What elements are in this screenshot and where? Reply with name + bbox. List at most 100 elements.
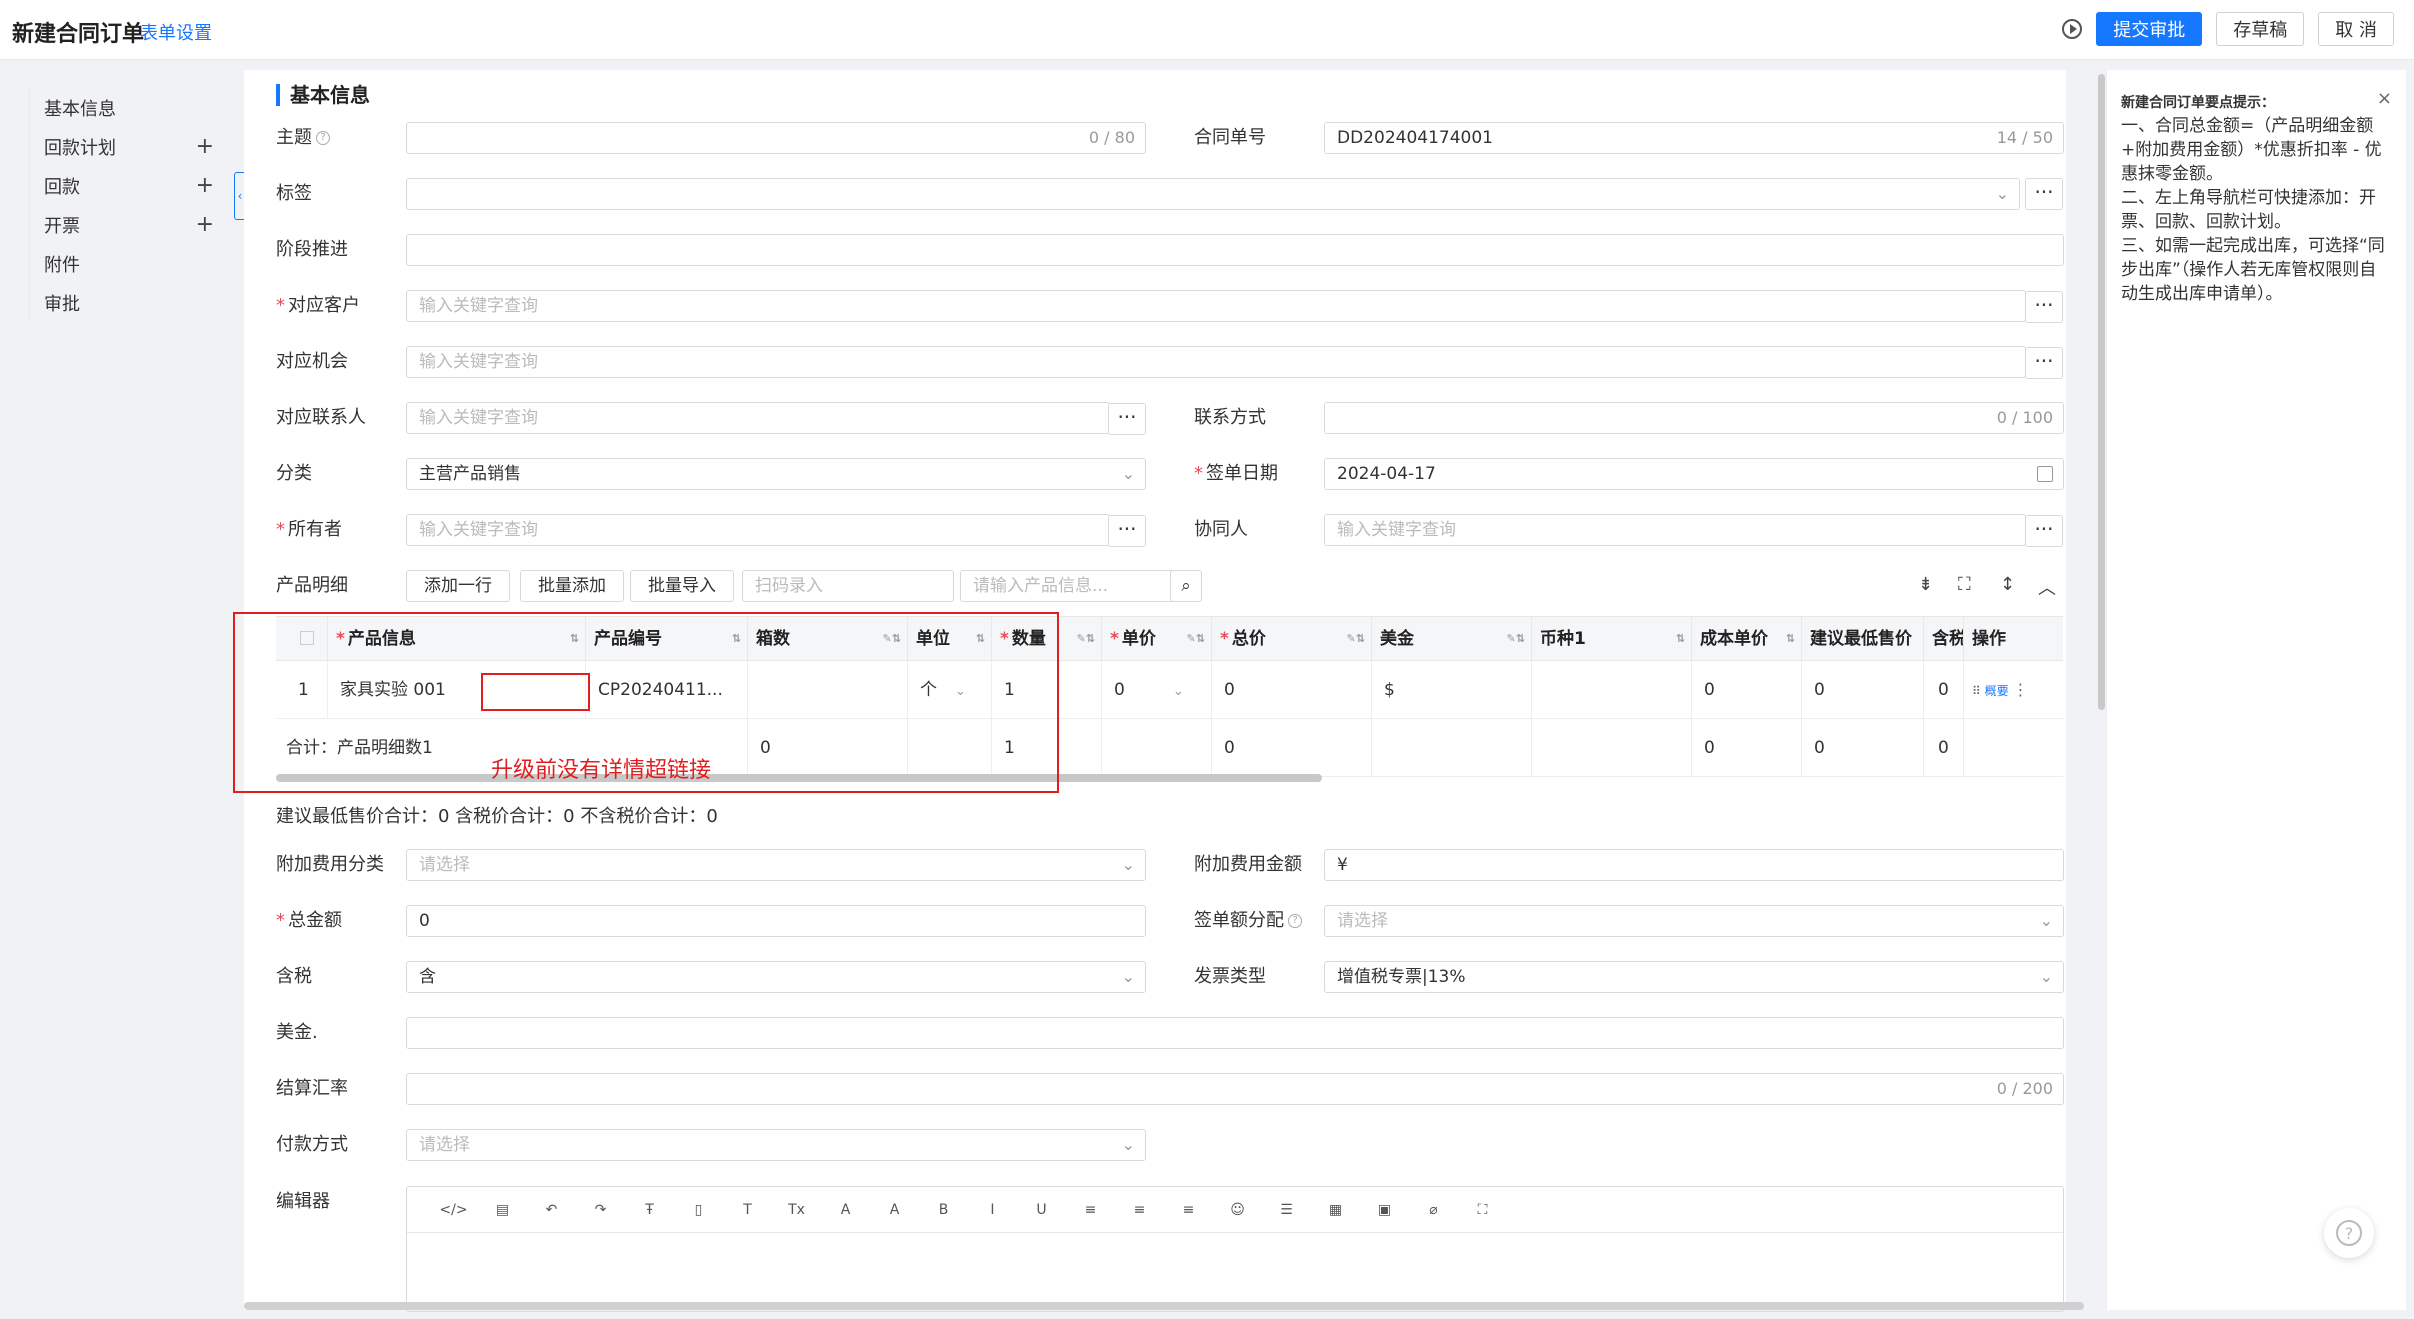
tips-body: 一、合同总金额=（产品明细金额+附加费用金额）*优惠折扣率 - 优惠抹零金额。 … xyxy=(2121,116,2385,304)
opportunity-input[interactable]: 输入关键字查询 xyxy=(406,346,2026,378)
submit-approval-button[interactable]: 提交审批 xyxy=(2096,12,2203,46)
extra-fee-amount-input[interactable]: ¥ xyxy=(1324,849,2064,881)
collaborator-more-button[interactable]: ··· xyxy=(2025,515,2063,547)
col-currency[interactable]: 币种1 ⇅ xyxy=(1532,617,1692,661)
image-icon[interactable]: ▣ xyxy=(1360,1202,1409,1218)
contact-label: 对应联系人 xyxy=(276,407,366,428)
bold-icon[interactable]: B xyxy=(919,1202,968,1218)
owner-label: * 所有者 xyxy=(276,519,342,540)
currency-cell[interactable] xyxy=(1532,661,1692,719)
code-icon[interactable]: </> xyxy=(429,1202,478,1218)
editor-label: 编辑器 xyxy=(276,1191,330,1212)
background-color-icon[interactable]: A xyxy=(870,1202,919,1218)
add-payment-plan-icon[interactable]: + xyxy=(196,134,214,159)
font-icon[interactable]: T xyxy=(723,1202,772,1218)
usd-cell[interactable]: $ xyxy=(1372,661,1532,719)
invoice-type-select[interactable]: 增值税专票|13% ⌄ xyxy=(1324,961,2064,993)
attachment-icon[interactable]: ⌀ xyxy=(1409,1202,1458,1218)
customer-input[interactable]: 输入关键字查询 xyxy=(406,290,2026,322)
opportunity-more-button[interactable]: ··· xyxy=(2025,347,2063,379)
align-left-icon[interactable]: ≡ xyxy=(1066,1202,1115,1218)
horizontal-scrollbar[interactable] xyxy=(244,1302,2084,1310)
italic-icon[interactable]: I xyxy=(968,1202,1017,1218)
emoji-icon[interactable]: ☺ xyxy=(1213,1202,1262,1218)
vertical-scrollbar[interactable] xyxy=(2098,74,2105,710)
nav-item-invoice[interactable]: 开票 + xyxy=(30,205,228,244)
usd-input[interactable] xyxy=(406,1017,2064,1049)
add-payment-icon[interactable]: + xyxy=(196,173,214,198)
expand-icon[interactable]: ↕ xyxy=(2000,574,2015,595)
list-icon[interactable]: ☰ xyxy=(1262,1202,1311,1218)
owner-input[interactable]: 输入关键字查询 xyxy=(406,514,1110,546)
batch-import-button[interactable]: 批量导入 xyxy=(630,570,734,602)
owner-more-button[interactable]: ··· xyxy=(1108,515,1146,547)
row-height-icon[interactable]: ⇟ xyxy=(1918,574,1933,595)
format-icon[interactable]: ▯ xyxy=(674,1202,723,1218)
contract-no-input[interactable]: DD202404174001 14 / 50 xyxy=(1324,122,2064,154)
close-icon[interactable]: × xyxy=(2377,88,2392,109)
save-icon[interactable]: ▤ xyxy=(478,1202,527,1218)
strikethrough-icon[interactable]: Ŧ xyxy=(625,1202,674,1218)
total-amount-label: * 总金额 xyxy=(276,910,342,931)
search-icon[interactable]: ⌕ xyxy=(1170,570,1202,602)
annotation-highlight xyxy=(481,673,590,711)
payment-method-select[interactable]: 请选择 ⌄ xyxy=(406,1129,1146,1161)
col-action: 操作 xyxy=(1972,629,2006,649)
align-center-icon[interactable]: ≡ xyxy=(1115,1202,1164,1218)
scan-input[interactable]: 扫码录入 xyxy=(742,570,954,602)
rich-text-editor[interactable]: </> ▤ ↶ ↷ Ŧ ▯ T Tx A A B I U ≡ ≡ ≡ ☺ ☰ ▦… xyxy=(406,1186,2064,1312)
cancel-button[interactable]: 取 消 xyxy=(2318,12,2394,46)
help-button[interactable]: ? xyxy=(2324,1208,2374,1258)
customer-more-button[interactable]: ··· xyxy=(2025,291,2063,323)
fullscreen-icon[interactable]: ⛶ xyxy=(1958,574,1971,595)
col-tax[interactable]: 含税 xyxy=(1924,617,1964,661)
tags-more-button[interactable]: ··· xyxy=(2025,178,2063,210)
stage-input[interactable] xyxy=(406,234,2064,266)
nav-item-payment-plan[interactable]: 回款计划 + xyxy=(30,127,228,166)
redo-icon[interactable]: ↷ xyxy=(576,1202,625,1218)
save-draft-button[interactable]: 存草稿 xyxy=(2216,12,2305,46)
price-cell[interactable]: 0 ⌄ xyxy=(1102,661,1212,719)
tax-select[interactable]: 含 ⌄ xyxy=(406,961,1146,993)
sign-date-input[interactable]: 2024-04-17 xyxy=(1324,458,2064,490)
sign-allocation-select[interactable]: 请选择 ⌄ xyxy=(1324,905,2064,937)
nav-item-payment[interactable]: 回款 + xyxy=(30,166,228,205)
col-usd[interactable]: 美金 ✎⇅ xyxy=(1372,617,1532,661)
batch-add-button[interactable]: 批量添加 xyxy=(520,570,624,602)
chevron-up-icon[interactable]: ︿ xyxy=(2038,574,2056,600)
col-total[interactable]: * 总价 ✎⇅ xyxy=(1212,617,1372,661)
play-icon[interactable] xyxy=(2062,19,2083,39)
exchange-rate-input[interactable]: 0 / 200 xyxy=(406,1073,2064,1105)
row-actions[interactable]: ⠿ 概要 ⋮ xyxy=(1964,661,2063,719)
contact-more-button[interactable]: ··· xyxy=(1108,403,1146,435)
extra-fee-type-select[interactable]: 请选择 ⌄ xyxy=(406,849,1146,881)
fullscreen-editor-icon[interactable]: ⛶ xyxy=(1458,1202,1507,1218)
product-search-input[interactable]: 请输入产品信息... xyxy=(960,570,1174,602)
total-amount-input[interactable]: 0 xyxy=(406,905,1146,937)
align-right-icon[interactable]: ≡ xyxy=(1164,1202,1213,1218)
underline-icon[interactable]: U xyxy=(1017,1202,1066,1218)
table-icon[interactable]: ▦ xyxy=(1311,1202,1360,1218)
collaborator-label: 协同人 xyxy=(1194,519,1248,540)
sum-cost: 0 xyxy=(1692,719,1802,777)
nav-item-approval[interactable]: 审批 xyxy=(30,283,228,322)
tags-select[interactable]: ⌄ xyxy=(406,178,2020,210)
nav-item-basic-info[interactable]: 基本信息 xyxy=(30,88,228,127)
total-cell[interactable]: 0 xyxy=(1212,661,1372,719)
add-invoice-icon[interactable]: + xyxy=(196,212,214,237)
font-color-icon[interactable]: A xyxy=(821,1202,870,1218)
contact-method-input[interactable]: 0 / 100 xyxy=(1324,402,2064,434)
col-price[interactable]: * 单价 ✎⇅ xyxy=(1102,617,1212,661)
col-cost[interactable]: 成本单价 ⇅ xyxy=(1692,617,1802,661)
clear-format-icon[interactable]: Tx xyxy=(772,1202,821,1218)
add-row-button[interactable]: 添加一行 xyxy=(406,570,510,602)
subject-input[interactable]: 0 / 80 xyxy=(406,122,1146,154)
form-settings-link[interactable]: 表单设置 xyxy=(140,19,212,45)
col-min-price[interactable]: 建议最低售价 xyxy=(1802,617,1924,661)
undo-icon[interactable]: ↶ xyxy=(527,1202,576,1218)
contact-input[interactable]: 输入关键字查询 xyxy=(406,402,1110,434)
collaborator-input[interactable]: 输入关键字查询 xyxy=(1324,514,2026,546)
nav-item-attachment[interactable]: 附件 xyxy=(30,244,228,283)
summary-link[interactable]: 概要 xyxy=(1985,684,2009,698)
category-select[interactable]: 主营产品销售 ⌄ xyxy=(406,458,1146,490)
